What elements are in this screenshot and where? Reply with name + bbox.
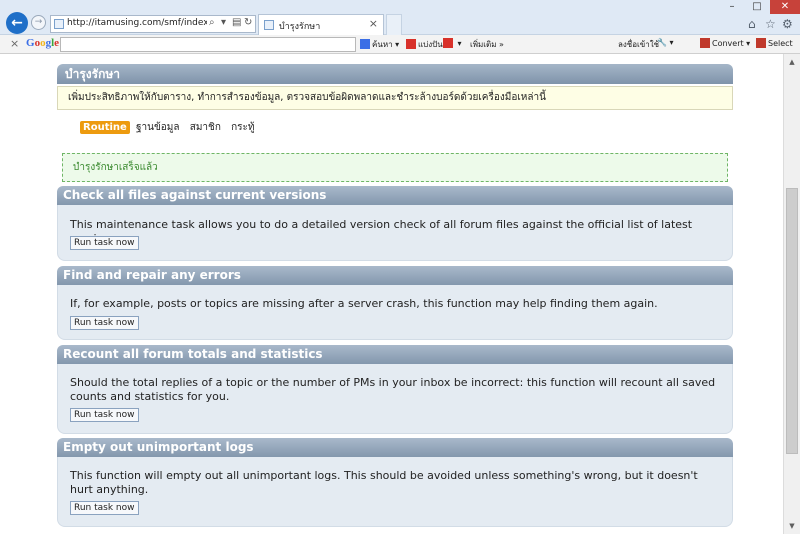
page-scrollbar[interactable]: ▲ ▼ <box>783 54 800 534</box>
task-description: Should the total replies of a topic or t… <box>70 376 716 403</box>
tab-database[interactable]: ฐานข้อมูล <box>136 122 180 133</box>
task-panel: This function will empty out all unimpor… <box>57 457 733 527</box>
tab-routine[interactable]: Routine <box>80 121 130 134</box>
back-button[interactable]: ← <box>6 12 28 34</box>
forward-button[interactable]: → <box>31 15 46 30</box>
refresh-icon[interactable]: ↻ <box>244 17 252 28</box>
google-search-button[interactable]: ค้นหา ▾ <box>360 38 399 51</box>
new-tab-button[interactable] <box>386 14 402 35</box>
task-title: Find and repair any errors <box>57 266 733 285</box>
dropdown-icon[interactable]: ▾ <box>221 17 226 28</box>
scroll-thumb[interactable] <box>786 188 798 454</box>
task-description: If, for example, posts or topics are mis… <box>70 297 658 310</box>
run-task-button[interactable]: Run task now <box>70 501 139 515</box>
address-bar[interactable]: http://itamusing.com/smf/index.php?actio… <box>50 15 256 33</box>
browser-tab[interactable]: บำรุงรักษา × <box>258 14 384 35</box>
google-logo: Google <box>26 37 60 49</box>
maintenance-submenu: Routine ฐานข้อมูล สมาชิก กระทู้ <box>80 120 261 135</box>
translate-icon <box>443 38 453 48</box>
tab-members[interactable]: สมาชิก <box>190 122 221 133</box>
task-panel: If, for example, posts or topics are mis… <box>57 285 733 340</box>
compat-view-icon[interactable]: ▤ <box>232 17 241 28</box>
home-icon[interactable]: ⌂ <box>748 17 756 31</box>
google-search-input[interactable] <box>60 37 356 52</box>
more-button[interactable]: เพิ่มเติม » <box>470 38 504 51</box>
convert-button[interactable]: Convert ▾ <box>700 38 750 48</box>
run-task-button[interactable]: Run task now <box>70 316 139 330</box>
tab-close-icon[interactable]: × <box>369 17 378 30</box>
page-title: บำรุงรักษา <box>57 64 733 84</box>
minimize-button[interactable]: – <box>720 0 744 14</box>
select-button[interactable]: Select <box>756 38 793 48</box>
tab-title: บำรุงรักษา <box>279 22 321 32</box>
share-button[interactable]: แบ่งปัน <box>406 38 443 51</box>
tab-topics[interactable]: กระทู้ <box>231 122 254 133</box>
tab-favicon-icon <box>264 20 274 30</box>
success-message: บำรุงรักษาเสร็จแล้ว <box>62 153 728 182</box>
google-search-icon <box>360 39 370 49</box>
toolbar-close-icon[interactable]: × <box>10 37 19 50</box>
search-icon[interactable]: ⌕ <box>209 17 215 28</box>
select-icon <box>756 38 766 48</box>
page-description: เพิ่มประสิทธิภาพให้กับตาราง, ทำการสำรองข… <box>57 86 733 110</box>
site-favicon-icon <box>54 19 64 29</box>
page-content: บำรุงรักษา เพิ่มประสิทธิภาพให้กับตาราง, … <box>0 54 783 534</box>
scroll-up-icon[interactable]: ▲ <box>784 54 800 70</box>
translate-button[interactable]: ▾ <box>443 38 462 48</box>
scroll-down-icon[interactable]: ▼ <box>784 518 800 534</box>
task-panel: This maintenance task allows you to do a… <box>57 205 733 261</box>
run-task-button[interactable]: Run task now <box>70 408 139 422</box>
share-icon <box>406 39 416 49</box>
task-description: This function will empty out all unimpor… <box>70 469 698 496</box>
task-description: This maintenance task allows you to do a… <box>70 218 693 245</box>
pdf-icon <box>700 38 710 48</box>
task-panel: Should the total replies of a topic or t… <box>57 364 733 434</box>
url-text[interactable]: http://itamusing.com/smf/index.php?actio… <box>67 18 207 28</box>
browser-titlebar: ← → http://itamusing.com/smf/index.php?a… <box>0 0 800 35</box>
run-task-button[interactable]: Run task now <box>70 236 139 250</box>
wrench-icon[interactable]: 🔧 ▾ <box>657 38 674 47</box>
maximize-button[interactable]: □ <box>745 0 769 14</box>
signin-link[interactable]: ลงชื่อเข้าใช้ <box>618 38 659 51</box>
gear-icon[interactable]: ⚙ <box>782 17 793 31</box>
task-title: Recount all forum totals and statistics <box>57 345 733 364</box>
task-title: Empty out unimportant logs <box>57 438 733 457</box>
star-icon[interactable]: ☆ <box>765 17 776 31</box>
google-toolbar: × Google ค้นหา ▾ แบ่งปัน ▾ เพิ่มเติม » ล… <box>0 35 800 54</box>
task-title: Check all files against current versions <box>57 186 733 205</box>
close-window-button[interactable]: ✕ <box>770 0 800 14</box>
